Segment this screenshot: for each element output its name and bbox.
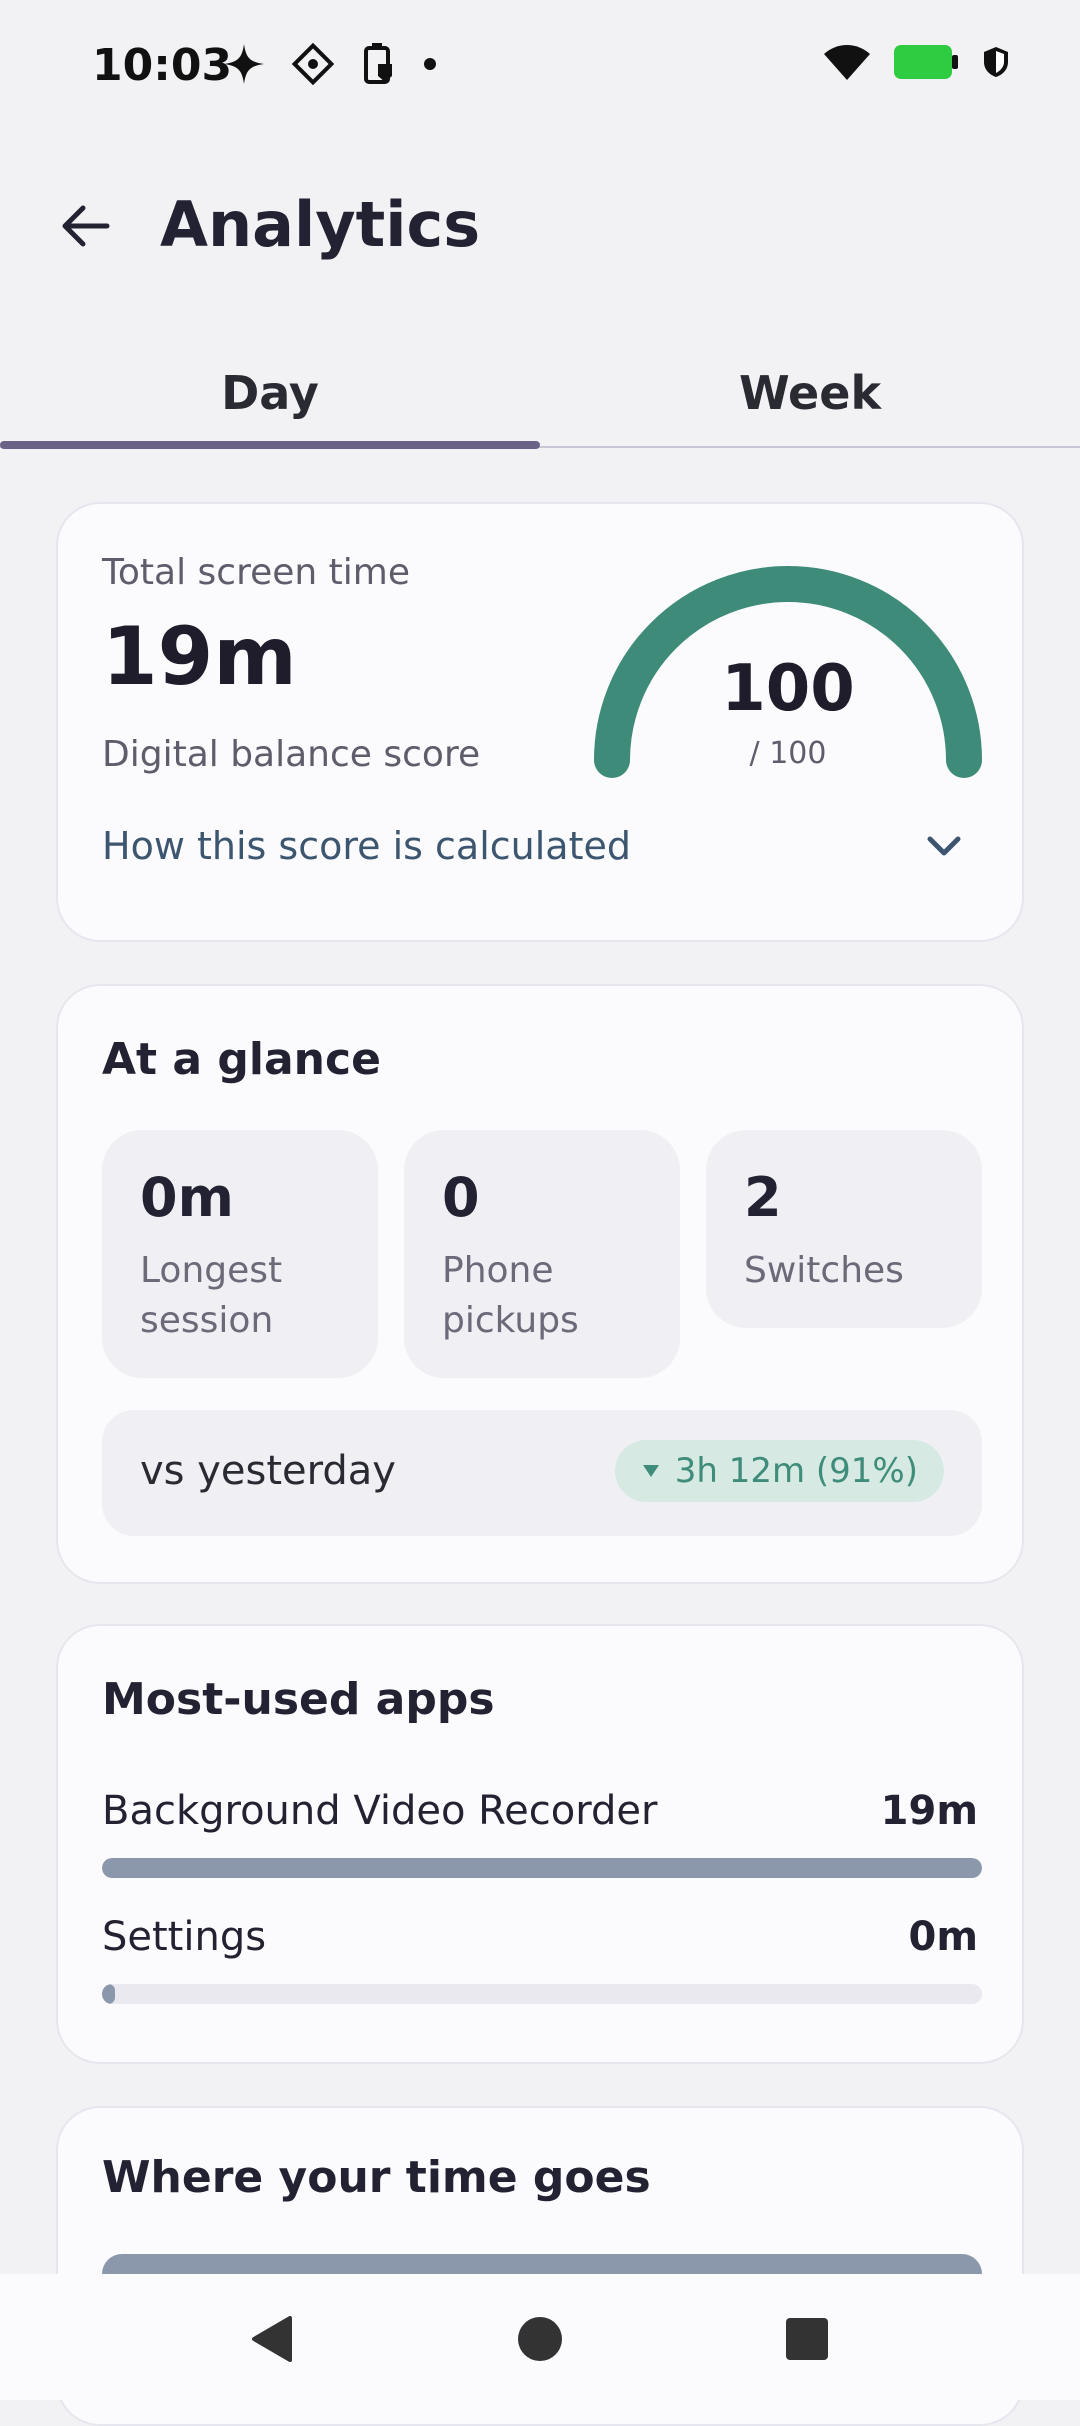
digital-balance-score-label: Digital balance score [102, 734, 481, 775]
nav-back-button[interactable] [236, 2304, 306, 2374]
tab-week[interactable]: Week [540, 340, 1080, 446]
app-name[interactable]: Background Video Recorder [102, 1788, 657, 1834]
summary-card: Total screen time 19m Digital balance sc… [56, 502, 1024, 942]
chevron-down-icon[interactable] [922, 824, 966, 868]
tile-label: Longest session [140, 1250, 283, 1341]
nav-recents-button[interactable] [772, 2304, 842, 2374]
back-triangle-icon [252, 2316, 292, 2362]
score-value: 100 [721, 652, 855, 726]
tile-label: Switches [744, 1250, 904, 1291]
app-name[interactable]: Settings [102, 1914, 266, 1960]
total-screen-time-label: Total screen time [102, 552, 410, 593]
app-time: 0m [908, 1914, 978, 1960]
shield-icon [984, 47, 1008, 77]
tile-label: Phone pickups [442, 1250, 579, 1341]
at-a-glance-card: At a glance 0m Longest session 0 Phone p… [56, 984, 1024, 1584]
recents-square-icon [786, 2318, 828, 2360]
arrow-left-icon [62, 205, 110, 247]
tab-bar: Day Week [0, 340, 1080, 449]
tile-phone-pickups: 0 Phone pickups [404, 1130, 680, 1378]
app-usage-bar-fill [102, 1858, 982, 1878]
vs-yesterday-row: vs yesterday 3h 12m (91%) [102, 1410, 982, 1536]
most-used-apps-card: Most-used apps Background Video Recorder… [56, 1624, 1024, 2064]
back-button[interactable] [56, 196, 116, 256]
tile-value: 0 [442, 1166, 480, 1229]
dot-icon [424, 58, 436, 70]
score-info-link[interactable]: How this score is calculated [102, 824, 631, 868]
active-tab-indicator [0, 441, 540, 449]
change-badge-text: 3h 12m (91%) [674, 1451, 918, 1491]
tile-longest-session: 0m Longest session [102, 1130, 378, 1378]
section-title-apps: Most-used apps [102, 1674, 495, 1725]
tab-day[interactable]: Day [0, 340, 540, 446]
app-usage-bar [102, 1984, 982, 2004]
app-usage-bar [102, 1858, 982, 1878]
sparkle-icon [224, 44, 264, 84]
status-icons-left [222, 42, 438, 86]
tile-switches: 2 Switches [706, 1130, 982, 1328]
wifi-icon [824, 45, 870, 80]
status-time: 10:03 [92, 40, 233, 91]
status-bar: 10:03 [0, 0, 1080, 130]
change-badge: 3h 12m (91%) [614, 1440, 944, 1502]
tile-value: 2 [744, 1166, 782, 1229]
app-usage-bar-fill [102, 1984, 116, 2004]
app-time: 19m [880, 1788, 978, 1834]
nav-home-button[interactable] [505, 2304, 575, 2374]
tile-value: 0m [140, 1166, 234, 1229]
system-nav-bar [0, 2274, 1080, 2400]
section-title-time-goes: Where your time goes [102, 2152, 651, 2203]
app-diamond-icon [292, 43, 334, 85]
app-header: Analytics [0, 170, 1080, 290]
battery-icon [894, 45, 958, 79]
triangle-down-icon [642, 1465, 659, 1477]
vs-yesterday-label: vs yesterday [140, 1448, 396, 1494]
home-circle-icon [518, 2317, 562, 2361]
battery-saver-icon [364, 43, 392, 84]
score-max: / 100 [749, 736, 827, 771]
page-title: Analytics [160, 188, 481, 261]
status-icons-right [822, 42, 1010, 82]
total-screen-time-value: 19m [102, 610, 297, 703]
section-title-glance: At a glance [102, 1034, 381, 1085]
